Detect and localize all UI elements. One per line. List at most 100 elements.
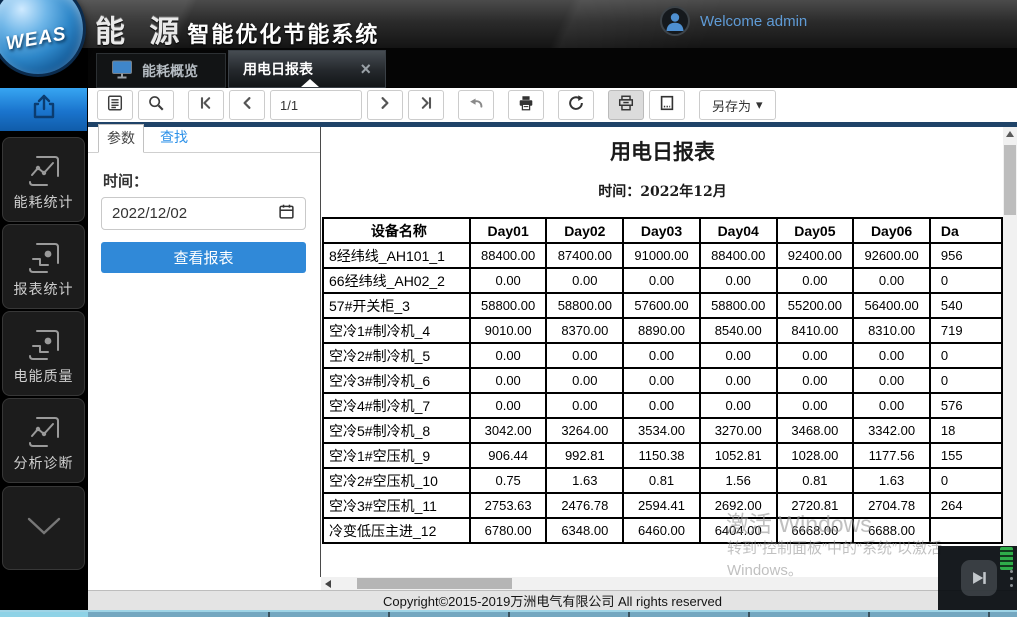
column-header: Day04 bbox=[700, 218, 777, 243]
horizontal-scroll-thumb[interactable] bbox=[357, 578, 512, 589]
value-cell: 58800.00 bbox=[470, 293, 547, 318]
tab-close-icon[interactable]: × bbox=[360, 60, 371, 78]
value-cell: 0.00 bbox=[777, 343, 854, 368]
last-page-icon bbox=[418, 95, 434, 116]
sidebar-item-report-stats[interactable]: 报表统计 bbox=[2, 224, 85, 309]
device-name-cell: 空冷1#空压机_9 bbox=[323, 443, 470, 468]
value-cell: 264 bbox=[930, 493, 1002, 518]
user-welcome[interactable]: Welcome admin bbox=[660, 6, 807, 36]
chart-dot-icon bbox=[23, 324, 65, 371]
value-cell: 0.00 bbox=[546, 343, 623, 368]
value-cell: 3468.00 bbox=[777, 418, 854, 443]
value-cell: 155 bbox=[930, 443, 1002, 468]
save-as-button[interactable]: 另存为 ▾ bbox=[699, 90, 776, 120]
chart-line-icon bbox=[23, 150, 65, 197]
sidebar-item-energy-stats[interactable]: 能耗统计 bbox=[2, 137, 85, 222]
sidebar-collapse-button[interactable] bbox=[2, 486, 85, 570]
value-cell: 0.00 bbox=[777, 393, 854, 418]
export-icon bbox=[29, 92, 59, 127]
back-button[interactable] bbox=[458, 90, 494, 120]
print-button[interactable] bbox=[508, 90, 544, 120]
value-cell: 2594.41 bbox=[623, 493, 700, 518]
view-report-button[interactable]: 查看报表 bbox=[101, 242, 306, 273]
report-title: 用电日报表 bbox=[321, 136, 1003, 166]
value-cell: 0.00 bbox=[853, 268, 930, 293]
value-cell: 1052.81 bbox=[700, 443, 777, 468]
value-cell: 0.00 bbox=[853, 393, 930, 418]
chart-dot-icon bbox=[23, 237, 65, 284]
table-row: 空冷1#制冷机_49010.008370.008890.008540.00841… bbox=[323, 318, 1002, 343]
horizontal-scrollbar[interactable] bbox=[321, 577, 1003, 590]
scroll-left-icon[interactable] bbox=[325, 580, 331, 588]
date-input[interactable]: 2022/12/02 bbox=[101, 197, 306, 230]
tab-bar: 能耗概览 用电日报表 × bbox=[0, 48, 1017, 88]
tab-parameters[interactable]: 参数 bbox=[98, 124, 144, 153]
parameters-panel: 参数 查找 时间： 2022/12/02 查看报表 bbox=[88, 127, 320, 590]
windows-taskbar[interactable] bbox=[0, 610, 1017, 617]
report-page: 用电日报表 时间：2022年12月 设备名称Day01Day02Day03Day… bbox=[320, 127, 1003, 577]
calendar-icon[interactable] bbox=[278, 203, 295, 224]
table-row: 66经纬线_AH02_20.000.000.000.000.000.000 bbox=[323, 268, 1002, 293]
last-page-button[interactable] bbox=[408, 90, 444, 120]
device-name-cell: 冷变低压主进_12 bbox=[323, 518, 470, 543]
prev-page-icon bbox=[239, 95, 255, 116]
value-cell: 92400.00 bbox=[777, 243, 854, 268]
report-table: 设备名称Day01Day02Day03Day04Day05Day06Da8经纬线… bbox=[322, 217, 1003, 544]
overlay-dots-icon bbox=[1010, 570, 1013, 587]
page-view-button[interactable] bbox=[649, 90, 685, 120]
value-cell: 8890.00 bbox=[623, 318, 700, 343]
refresh-button[interactable] bbox=[558, 90, 594, 120]
parameters-panel-button[interactable] bbox=[97, 90, 133, 120]
print-layout-button[interactable] bbox=[608, 90, 644, 120]
app-title: 能 源 智能优化节能系统 bbox=[95, 7, 379, 51]
value-cell: 0.00 bbox=[623, 368, 700, 393]
next-page-button[interactable] bbox=[367, 90, 403, 120]
value-cell: 8540.00 bbox=[700, 318, 777, 343]
page-indicator-input[interactable] bbox=[270, 90, 362, 120]
refresh-icon bbox=[567, 94, 585, 117]
value-cell: 3534.00 bbox=[623, 418, 700, 443]
search-button[interactable] bbox=[138, 90, 174, 120]
app-title-sub: 智能优化节能系统 bbox=[187, 17, 379, 49]
value-cell: 3342.00 bbox=[853, 418, 930, 443]
tab-find[interactable]: 查找 bbox=[160, 127, 188, 152]
table-row: 空冷3#制冷机_60.000.000.000.000.000.000 bbox=[323, 368, 1002, 393]
tab-power-daily-report[interactable]: 用电日报表 × bbox=[228, 50, 386, 88]
first-page-button[interactable] bbox=[188, 90, 224, 120]
table-row: 空冷3#空压机_112753.632476.782594.412692.0027… bbox=[323, 493, 1002, 518]
value-cell: 58800.00 bbox=[700, 293, 777, 318]
vertical-scroll-thumb[interactable] bbox=[1004, 145, 1016, 215]
value-cell: 57600.00 bbox=[623, 293, 700, 318]
value-cell: 1.63 bbox=[853, 468, 930, 493]
weas-logo-text: WEAS bbox=[4, 23, 68, 55]
value-cell: 8310.00 bbox=[853, 318, 930, 343]
sidebar-item-analysis-diagnosis[interactable]: 分析诊断 bbox=[2, 398, 85, 483]
prev-page-button[interactable] bbox=[229, 90, 265, 120]
value-cell: 906.44 bbox=[470, 443, 547, 468]
first-page-icon bbox=[198, 95, 214, 116]
value-cell: 9010.00 bbox=[470, 318, 547, 343]
value-cell: 88400.00 bbox=[700, 243, 777, 268]
welcome-text: Welcome admin bbox=[700, 13, 807, 30]
vertical-scrollbar[interactable] bbox=[1003, 127, 1017, 577]
media-skip-button[interactable] bbox=[961, 560, 997, 596]
value-cell: 0.00 bbox=[853, 343, 930, 368]
panel-tabs: 参数 查找 bbox=[88, 127, 320, 153]
copyright-text: Copyright©2015-2019万洲电气有限公司 All rights r… bbox=[383, 591, 722, 610]
sidebar: 能耗统计 报表统计 电能质量 bbox=[0, 48, 88, 610]
back-arrow-icon bbox=[467, 94, 485, 117]
value-cell: 0 bbox=[930, 343, 1002, 368]
value-cell: 0.00 bbox=[700, 368, 777, 393]
scroll-up-icon[interactable] bbox=[1006, 131, 1014, 137]
column-header: Day05 bbox=[777, 218, 854, 243]
value-cell: 0.00 bbox=[470, 393, 547, 418]
sidebar-item-power-quality[interactable]: 电能质量 bbox=[2, 311, 85, 396]
value-cell: 3264.00 bbox=[546, 418, 623, 443]
table-row: 57#开关柜_358800.0058800.0057600.0058800.00… bbox=[323, 293, 1002, 318]
tab-energy-overview[interactable]: 能耗概览 bbox=[96, 53, 226, 88]
value-cell: 992.81 bbox=[546, 443, 623, 468]
device-name-cell: 空冷3#空压机_11 bbox=[323, 493, 470, 518]
taskbar-segments bbox=[150, 612, 1017, 617]
device-name-cell: 空冷5#制冷机_8 bbox=[323, 418, 470, 443]
sidebar-export-button[interactable] bbox=[0, 88, 87, 131]
